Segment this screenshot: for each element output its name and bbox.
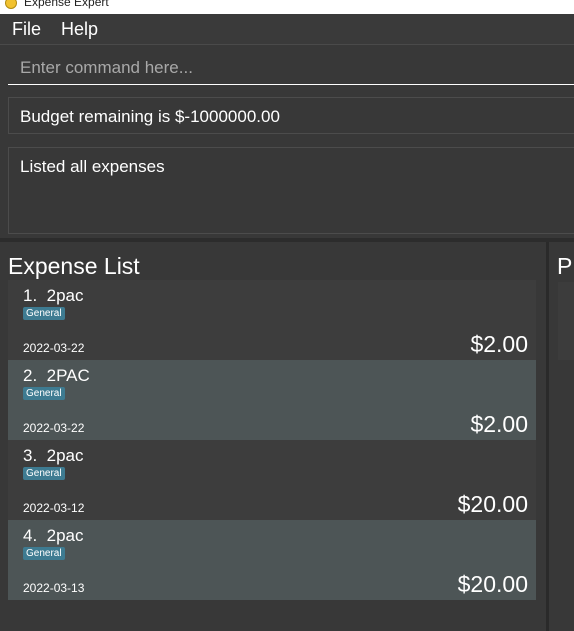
expense-list-heading: Expense List bbox=[8, 253, 140, 279]
expense-amount: $20.00 bbox=[457, 571, 528, 597]
expense-date: 2022-03-22 bbox=[23, 341, 85, 355]
expense-name: 2. 2PAC bbox=[23, 366, 90, 385]
result-text: Listed all expenses bbox=[20, 157, 165, 176]
menu-help[interactable]: Help bbox=[61, 19, 98, 40]
title-bar: Expense Expert bbox=[0, 0, 574, 14]
budget-display: Budget remaining is $-1000000.00 bbox=[8, 97, 574, 134]
result-display: Listed all expenses bbox=[8, 147, 574, 234]
expense-date: 2022-03-13 bbox=[23, 581, 85, 595]
expense-name: 4. 2pac bbox=[23, 526, 84, 545]
expense-date: 2022-03-22 bbox=[23, 421, 85, 435]
menu-bar: File Help bbox=[0, 14, 574, 45]
expense-amount: $2.00 bbox=[470, 331, 528, 357]
right-panel-heading: P bbox=[557, 253, 573, 279]
expense-amount: $20.00 bbox=[457, 491, 528, 517]
category-tag: General bbox=[23, 307, 65, 320]
expense-card[interactable]: 3. 2pac General 2022-03-12 $20.00 bbox=[8, 440, 536, 520]
app-icon bbox=[5, 0, 17, 9]
right-panel-content bbox=[558, 282, 574, 360]
expense-card[interactable]: 1. 2pac General 2022-03-22 $2.00 bbox=[8, 280, 536, 360]
command-box bbox=[8, 52, 574, 85]
expense-name: 3. 2pac bbox=[23, 446, 84, 465]
category-tag: General bbox=[23, 387, 65, 400]
category-tag: General bbox=[23, 547, 65, 560]
expense-card[interactable]: 4. 2pac General 2022-03-13 $20.00 bbox=[8, 520, 536, 600]
budget-text: Budget remaining is $-1000000.00 bbox=[20, 107, 280, 126]
expense-date: 2022-03-12 bbox=[23, 501, 85, 515]
expense-list-panel: Expense List 1. 2pac General 2022-03-22 … bbox=[0, 242, 546, 631]
menu-file[interactable]: File bbox=[12, 19, 41, 40]
expense-name: 1. 2pac bbox=[23, 286, 84, 305]
right-panel: P bbox=[549, 242, 574, 631]
command-input[interactable] bbox=[8, 52, 574, 84]
category-tag: General bbox=[23, 467, 65, 480]
window-title: Expense Expert bbox=[24, 0, 109, 9]
expense-card[interactable]: 2. 2PAC General 2022-03-22 $2.00 bbox=[8, 360, 536, 440]
expense-amount: $2.00 bbox=[470, 411, 528, 437]
